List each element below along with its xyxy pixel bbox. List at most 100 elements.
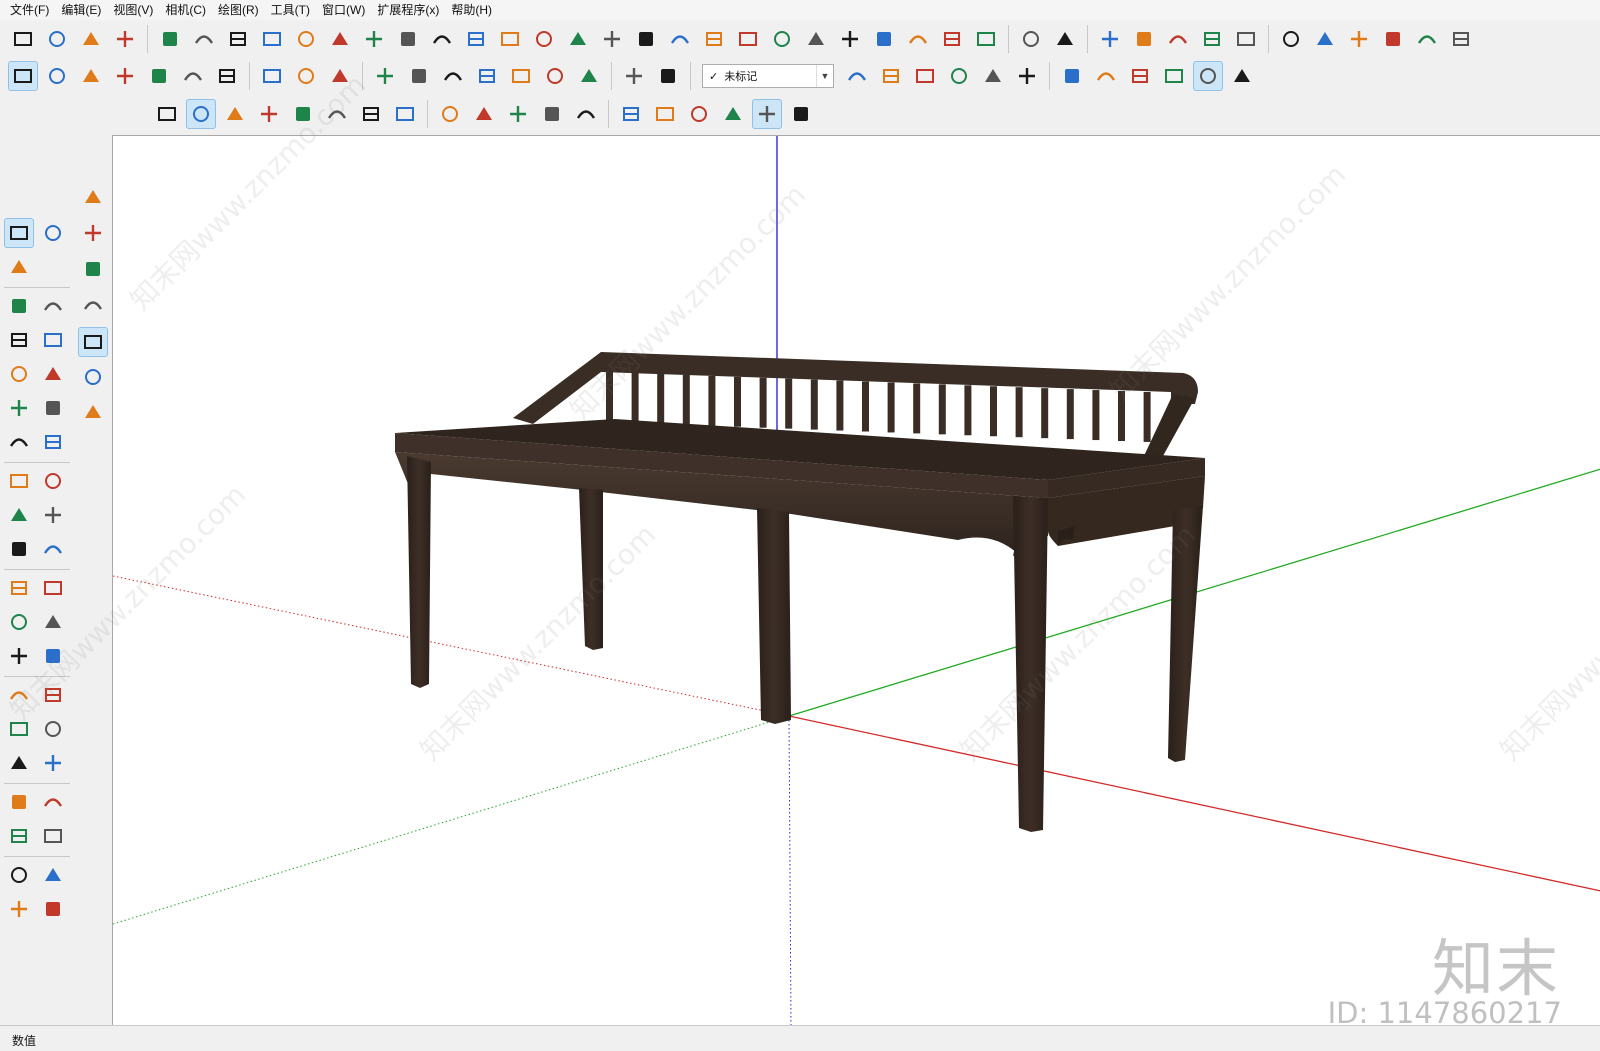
rotate-curve-button[interactable] <box>325 24 355 54</box>
orbit-tool-button[interactable] <box>4 680 34 710</box>
gear-flower-button[interactable] <box>786 99 816 129</box>
compass-button[interactable] <box>937 24 967 54</box>
folder-export-button[interactable] <box>1095 24 1125 54</box>
menu-item-0[interactable]: 文件(F) <box>4 0 55 20</box>
scale-tool-button[interactable] <box>4 534 34 564</box>
checkbox-button[interactable] <box>1129 24 1159 54</box>
layer-select[interactable]: ✓ 未标记 ▼ <box>702 64 834 88</box>
node-tool-button[interactable] <box>427 24 457 54</box>
tree-button[interactable] <box>359 24 389 54</box>
walk-button[interactable] <box>4 821 34 851</box>
dash-button[interactable] <box>503 99 533 129</box>
select-arrow-button[interactable] <box>78 327 108 357</box>
dots-line-button[interactable] <box>631 24 661 54</box>
stamp-button[interactable] <box>4 894 34 924</box>
arc-3pt-button[interactable] <box>4 427 34 457</box>
wall-button[interactable] <box>42 24 72 54</box>
cube-search-button[interactable] <box>1197 24 1227 54</box>
section-plane-button[interactable] <box>155 24 185 54</box>
point-button[interactable] <box>435 99 465 129</box>
zoom-extents-button[interactable] <box>4 748 34 778</box>
frame-bracket-button[interactable] <box>291 61 321 91</box>
arrow-flat-button[interactable] <box>506 61 536 91</box>
monochrome-button[interactable] <box>1193 61 1223 91</box>
menu-item-7[interactable]: 扩展程序(x) <box>371 0 445 20</box>
play-button[interactable] <box>152 99 182 129</box>
film-delete-button[interactable] <box>356 99 386 129</box>
menu-item-6[interactable]: 窗口(W) <box>316 0 371 20</box>
previous-view-button[interactable] <box>38 748 68 778</box>
position-camera-button[interactable] <box>4 787 34 817</box>
wire-box-button[interactable] <box>1057 61 1087 91</box>
bench-model[interactable] <box>395 352 1205 832</box>
polygon-tool-button[interactable] <box>38 359 68 389</box>
lens-active-button[interactable] <box>752 99 782 129</box>
move-tool-button[interactable] <box>4 466 34 496</box>
freehand-button[interactable] <box>38 291 68 321</box>
eraser-button[interactable] <box>78 397 108 427</box>
circle-tool-button[interactable] <box>4 359 34 389</box>
menu-item-4[interactable]: 绘图(R) <box>212 0 265 20</box>
red-sphere-button[interactable] <box>78 254 108 284</box>
rectangle-tool-button[interactable] <box>4 325 34 355</box>
xray-box-button[interactable] <box>1227 61 1257 91</box>
red-gears-button[interactable] <box>78 290 108 320</box>
cylinder-button[interactable] <box>438 61 468 91</box>
panel-button[interactable] <box>903 24 933 54</box>
stack-view-5-button[interactable] <box>978 61 1008 91</box>
purple-plugin-button[interactable] <box>616 99 646 129</box>
fence-button[interactable] <box>801 24 831 54</box>
menu-item-1[interactable]: 编辑(E) <box>55 0 107 20</box>
sandbox-button[interactable] <box>4 860 34 890</box>
help-button[interactable] <box>390 99 420 129</box>
textured-button[interactable] <box>1159 61 1189 91</box>
axes-tool-button[interactable] <box>4 641 34 671</box>
orange-down-button[interactable] <box>78 182 108 212</box>
menu-item-2[interactable]: 视图(V) <box>107 0 159 20</box>
rotated-rect-button[interactable] <box>38 325 68 355</box>
pie-button[interactable] <box>38 427 68 457</box>
brush-button[interactable] <box>971 24 1001 54</box>
cabinet-button[interactable] <box>1310 24 1340 54</box>
branch-tool-button[interactable] <box>257 24 287 54</box>
spiral-button[interactable] <box>699 24 729 54</box>
menu-item-8[interactable]: 帮助(H) <box>445 0 498 20</box>
camera-lens-button[interactable] <box>1050 24 1080 54</box>
square-scale-button[interactable] <box>144 61 174 91</box>
component-button[interactable] <box>38 218 68 248</box>
arc-tool-button[interactable] <box>4 393 34 423</box>
look-around-button[interactable] <box>38 787 68 817</box>
zoom-tool-button[interactable] <box>4 714 34 744</box>
record-button[interactable] <box>220 99 250 129</box>
menu-item-5[interactable]: 工具(T) <box>265 0 316 20</box>
calculator-button[interactable] <box>1016 24 1046 54</box>
cloud-node-button[interactable] <box>42 61 72 91</box>
chess-piece-button[interactable] <box>529 24 559 54</box>
eraser-button[interactable] <box>4 252 34 282</box>
push-pull-button[interactable] <box>38 466 68 496</box>
protractor-button[interactable] <box>4 607 34 637</box>
grid-tilted-button[interactable] <box>495 24 525 54</box>
arch-button[interactable] <box>597 24 627 54</box>
stack-view-2-button[interactable] <box>876 61 906 91</box>
ramp-button[interactable] <box>733 24 763 54</box>
grid-plane-button[interactable] <box>461 24 491 54</box>
slope-button[interactable] <box>257 61 287 91</box>
arc-frame-button[interactable] <box>291 24 321 54</box>
dimension-button[interactable] <box>38 573 68 603</box>
flower-node-button[interactable] <box>178 61 208 91</box>
house-outline-button[interactable] <box>1412 24 1442 54</box>
stairs-button[interactable] <box>76 24 106 54</box>
box-orange-button[interactable] <box>404 61 434 91</box>
offset-tool-button[interactable] <box>38 534 68 564</box>
shear-button[interactable] <box>472 61 502 91</box>
house-store-button[interactable] <box>1378 24 1408 54</box>
stack-view-6-button[interactable] <box>1012 61 1042 91</box>
component-button[interactable] <box>78 362 108 392</box>
line-array-button[interactable] <box>189 24 219 54</box>
stack-view-4-button[interactable] <box>944 61 974 91</box>
follow-me-button[interactable] <box>325 61 355 91</box>
camera-switch-button[interactable] <box>684 99 714 129</box>
zoom-window-button[interactable] <box>38 714 68 744</box>
arc-2pt-button[interactable] <box>38 393 68 423</box>
